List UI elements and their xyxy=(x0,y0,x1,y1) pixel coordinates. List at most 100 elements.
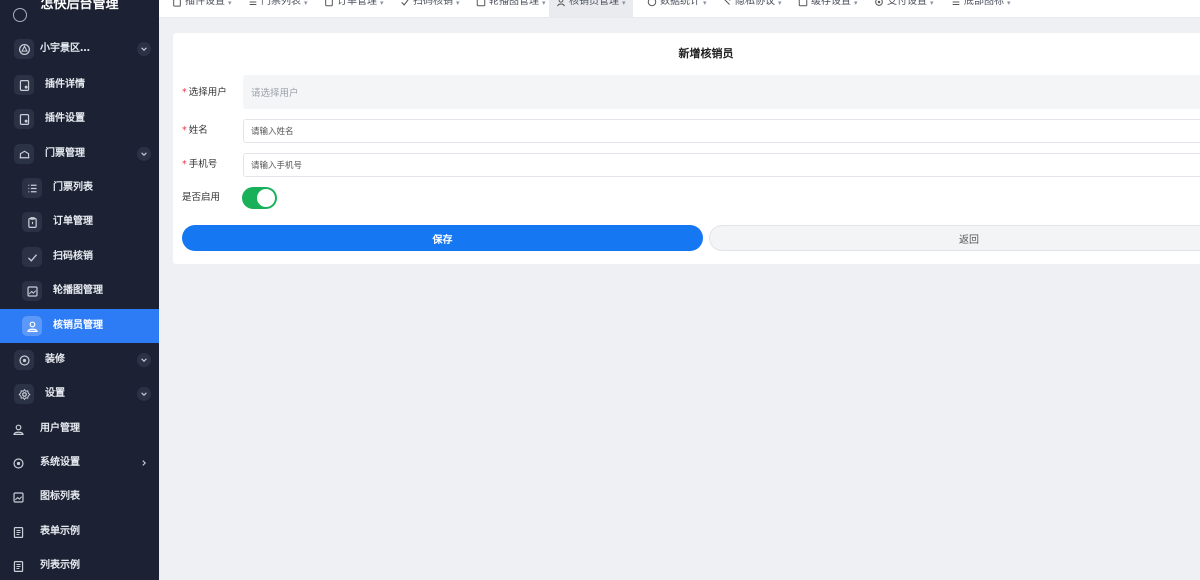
sidebar-item-form-example[interactable]: 表单示例 xyxy=(0,515,159,549)
app-icon xyxy=(14,39,34,59)
phone-label: * 手机号 xyxy=(182,158,217,172)
sidebar-item-plugin-settings[interactable]: 插件设置 xyxy=(0,102,159,136)
form-card: 新增核销员 * 选择用户 请选择用户 * 姓名 请输入姓名 * 手机号 请输入手机号 … xyxy=(173,33,1200,264)
tab-ticket-list[interactable]: 门票列表 ▾ xyxy=(248,0,308,17)
sidebar-item-verifier-management[interactable]: 核销员管理 xyxy=(0,309,159,343)
sidebar-item-decoration[interactable]: 装修 xyxy=(0,343,159,377)
clipboard-icon xyxy=(22,212,42,232)
sidebar: 怎快后台管理 小宇景区… 插件详情 插件设置 门票管理 门票列表 订单管理 扫码… xyxy=(0,0,159,580)
sidebar-item-plugin-detail[interactable]: 插件详情 xyxy=(0,68,159,102)
save-icon xyxy=(798,0,808,7)
sidebar-item-label: 订单管理 xyxy=(53,216,93,227)
back-button[interactable]: 返回 xyxy=(709,225,1200,251)
caret-icon: ▾ xyxy=(380,0,384,7)
caret-icon: ▾ xyxy=(854,0,858,7)
tab-orders[interactable]: 订单管理 ▾ xyxy=(324,0,384,17)
sidebar-item-label: 小宇景区… xyxy=(40,43,90,54)
shield-icon xyxy=(724,0,731,5)
form-icon xyxy=(8,522,28,542)
clipboard-icon xyxy=(325,0,333,7)
sidebar-item-ticket-management[interactable]: 门票管理 xyxy=(0,137,159,171)
image-icon xyxy=(22,281,42,301)
page-title: 新增核销员 xyxy=(678,47,734,60)
toggle-knob xyxy=(257,189,275,207)
sidebar-item-system-settings[interactable]: 系统设置 xyxy=(0,446,159,480)
tab-carousel[interactable]: 轮播图管理 ▾ xyxy=(476,0,546,17)
phone-label-text: 手机号 xyxy=(188,159,218,170)
list-icon xyxy=(22,178,42,198)
tab-label: 底部图标 xyxy=(964,0,1004,7)
sidebar-item-label: 图标列表 xyxy=(40,491,80,502)
caret-icon: ▾ xyxy=(304,0,308,7)
tab-label: 缓存设置 xyxy=(811,0,851,7)
tab-plugin-settings[interactable]: 插件设置 ▾ xyxy=(172,0,232,17)
phone-input-placeholder: 请输入手机号 xyxy=(251,161,303,171)
required-mark: * xyxy=(182,87,187,98)
sidebar-item-label: 列表示例 xyxy=(40,560,80,571)
name-input[interactable]: 请输入姓名 xyxy=(243,119,1200,143)
sidebar-item-label: 设置 xyxy=(45,388,65,399)
sidebar-item-label: 表单示例 xyxy=(40,526,80,537)
sidebar-item-carousel[interactable]: 轮播图管理 xyxy=(0,274,159,308)
user-icon xyxy=(8,419,28,439)
chevron-down-icon[interactable] xyxy=(137,387,151,401)
caret-icon: ▾ xyxy=(228,0,232,7)
sidebar-item-label: 插件设置 xyxy=(45,113,85,124)
name-input-placeholder: 请输入姓名 xyxy=(251,127,294,137)
chevron-down-icon[interactable] xyxy=(137,353,151,367)
image-icon xyxy=(8,487,28,507)
sidebar-item-label: 系统设置 xyxy=(40,457,80,468)
sidebar-item-scenic[interactable]: 小宇景区… xyxy=(0,32,159,66)
sidebar-item-label: 扫码核销 xyxy=(53,251,93,262)
tab-label: 扫码核销 xyxy=(413,0,453,7)
tab-label: 核销员管理 xyxy=(569,0,619,7)
sidebar-item-label: 门票列表 xyxy=(53,182,93,193)
enabled-toggle[interactable] xyxy=(242,187,277,209)
chart-icon xyxy=(647,0,657,7)
tab-label: 支付设置 xyxy=(887,0,927,7)
sidebar-item-ticket-list[interactable]: 门票列表 xyxy=(0,171,159,205)
name-label: * 姓名 xyxy=(182,124,208,138)
caret-icon: ▾ xyxy=(930,0,934,7)
sidebar-item-orders[interactable]: 订单管理 xyxy=(0,205,159,239)
chevron-right-icon[interactable] xyxy=(137,456,151,470)
caret-icon: ▾ xyxy=(542,0,546,7)
sidebar-item-icon-list[interactable]: 图标列表 xyxy=(0,480,159,514)
sidebar-item-scan-verify[interactable]: 扫码核销 xyxy=(0,240,159,274)
sidebar-item-global[interactable] xyxy=(10,8,150,24)
check-icon xyxy=(401,0,409,6)
sidebar-item-settings[interactable]: 设置 xyxy=(0,377,159,411)
sidebar-item-list-example[interactable]: 列表示例 xyxy=(0,549,159,580)
paint-icon xyxy=(14,350,34,370)
user-select-placeholder: 请选择用户 xyxy=(251,88,299,99)
tab-statistics[interactable]: 数据统计 ▾ xyxy=(647,0,707,17)
user-label-text: 选择用户 xyxy=(188,87,227,98)
tab-bottom-icons[interactable]: 底部图标 ▾ xyxy=(951,0,1011,17)
tab-verifier-management[interactable]: 核销员管理 ▾ xyxy=(549,0,633,17)
required-mark: * xyxy=(182,125,187,136)
tab-cache[interactable]: 缓存设置 ▾ xyxy=(798,0,858,17)
tab-label: 隐私协议 xyxy=(735,0,775,7)
sidebar-item-label: 装修 xyxy=(45,354,65,365)
doc-icon xyxy=(173,0,181,7)
save-button[interactable]: 保存 xyxy=(182,225,703,251)
tab-privacy[interactable]: 隐私协议 ▾ xyxy=(722,0,782,17)
tab-payment[interactable]: 支付设置 ▾ xyxy=(874,0,934,17)
enabled-label: 是否启用 xyxy=(182,192,221,203)
user-select[interactable]: 请选择用户 xyxy=(243,75,1200,109)
check-icon xyxy=(22,247,42,267)
list-icon xyxy=(249,0,257,5)
chevron-down-icon[interactable] xyxy=(137,147,151,161)
user-label: * 选择用户 xyxy=(182,86,227,100)
sidebar-item-label: 用户管理 xyxy=(40,423,80,434)
sidebar-item-user-management[interactable]: 用户管理 xyxy=(0,412,159,446)
tab-bar: 插件设置 ▾ 门票列表 ▾ 订单管理 ▾ 扫码核销 ▾ 轮播图管理 ▾ 核销员管理 ▾ 数据… xyxy=(159,0,1200,18)
tab-label: 插件设置 xyxy=(185,0,225,7)
user-icon xyxy=(557,0,565,7)
tab-label: 轮播图管理 xyxy=(489,0,539,7)
doc-icon xyxy=(14,75,34,95)
phone-input[interactable]: 请输入手机号 xyxy=(243,153,1200,177)
chevron-down-icon[interactable] xyxy=(137,42,151,56)
tab-scan-verify[interactable]: 扫码核销 ▾ xyxy=(400,0,460,17)
caret-icon: ▾ xyxy=(456,0,460,7)
